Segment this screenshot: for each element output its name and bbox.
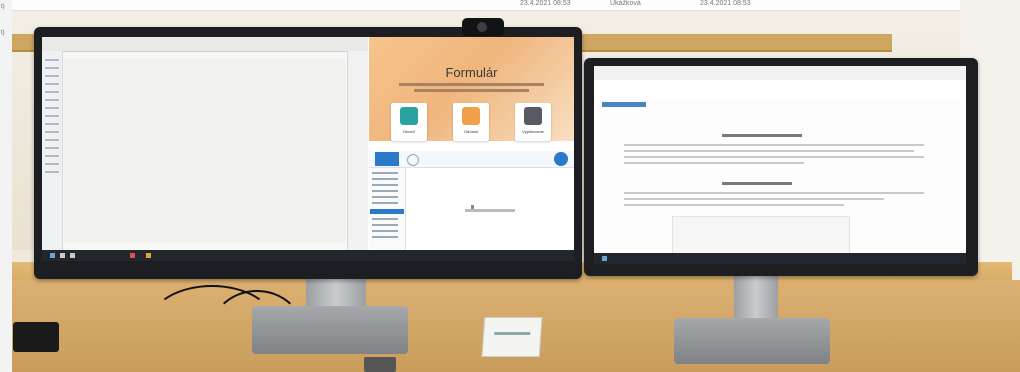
left-monitor: Formulár Otvoriť Odoslať Vyplňovanie — [34, 27, 582, 279]
right-monitor-base — [674, 318, 830, 364]
left-monitor-screen: Formulár Otvoriť Odoslať Vyplňovanie — [42, 37, 574, 261]
taskbar-icon[interactable] — [130, 253, 135, 258]
header-date-2: 23.4.2021 08:53 — [700, 0, 751, 7]
form-nav-bar — [369, 151, 574, 168]
start-icon[interactable] — [602, 256, 607, 261]
form-app-window: Formulár Otvoriť Odoslať Vyplňovanie — [369, 37, 574, 250]
desk-card — [481, 317, 543, 357]
taskbar-icon[interactable] — [146, 253, 151, 258]
taskbar[interactable] — [594, 253, 966, 264]
document-content — [594, 98, 966, 256]
form-subtitle-line — [399, 83, 544, 86]
header-strip: 23.4.2021 08:53 Ukážková 23.4.2021 08:53 — [0, 0, 1020, 11]
tile-label: Odoslať — [463, 129, 479, 134]
start-icon[interactable] — [50, 253, 55, 258]
left-edge-text-b: t) — [1, 30, 5, 36]
right-monitor — [584, 58, 978, 276]
right-monitor-screen — [594, 66, 966, 264]
taskbar-icon[interactable] — [70, 253, 75, 258]
header-label: Ukážková — [610, 0, 641, 7]
desk-device — [13, 322, 59, 352]
tile-send[interactable]: Odoslať — [453, 103, 489, 141]
tile-fill[interactable]: Vyplňovanie — [515, 103, 551, 141]
empty-state-text — [465, 209, 515, 212]
form-subtitle-line — [414, 89, 529, 92]
editor-sidebar[interactable] — [42, 51, 63, 250]
editor-right-panel[interactable] — [347, 51, 368, 250]
pen-icon — [400, 107, 418, 125]
photo-scene: 23.4.2021 08:53 Ukážková 23.4.2021 08:53… — [0, 0, 1020, 372]
send-icon — [462, 107, 480, 125]
header-date-1: 23.4.2021 08:53 — [520, 0, 571, 7]
webcam — [462, 18, 504, 36]
tab-documents[interactable] — [375, 152, 399, 166]
cable — [210, 290, 304, 372]
browser-tabs[interactable] — [594, 66, 966, 81]
form-title: Formulár — [445, 65, 498, 80]
tile-label: Otvoriť — [402, 129, 416, 134]
editor-app-window — [42, 37, 368, 250]
document-tree[interactable] — [369, 168, 406, 250]
tab-settings[interactable] — [407, 154, 419, 166]
editor-canvas[interactable] — [64, 59, 346, 243]
taskbar-icon[interactable] — [60, 253, 65, 258]
tree-selected-item[interactable] — [370, 209, 404, 214]
document-box — [672, 216, 850, 256]
camera-lens — [477, 22, 487, 32]
eye-icon — [524, 107, 542, 125]
left-edge-strip: t) t) — [0, 0, 12, 372]
help-icon[interactable] — [554, 152, 568, 166]
tile-open[interactable]: Otvoriť — [391, 103, 427, 141]
browser-toolbar[interactable] — [594, 80, 966, 99]
left-edge-text-a: t) — [1, 4, 5, 10]
editor-toolbar[interactable] — [42, 37, 368, 52]
taskbar[interactable] — [42, 250, 574, 261]
desk-outlet — [364, 357, 396, 372]
tile-label: Vyplňovanie — [522, 129, 544, 134]
